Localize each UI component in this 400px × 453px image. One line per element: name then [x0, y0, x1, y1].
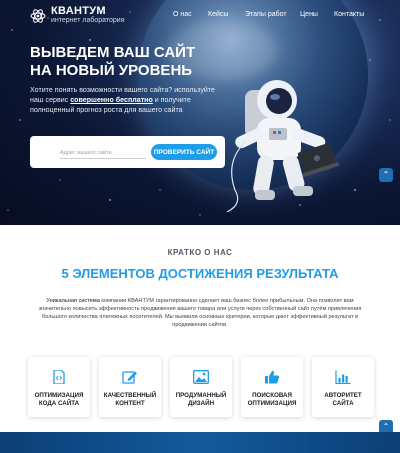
site-url-input[interactable]: [60, 147, 146, 159]
section-kicker: КРАТКО О НАС: [167, 248, 233, 257]
atom-logo-icon: [30, 8, 46, 23]
feature-card-label-line-1: КАЧЕСТВЕННЫЙ: [103, 392, 157, 399]
hero-title: ВЫВЕДЕМ ВАШ САЙТ НА НОВЫЙ УРОВЕНЬ: [30, 44, 230, 80]
nav-item-about[interactable]: О нас: [173, 11, 192, 18]
code-file-icon: [53, 370, 65, 384]
nav-item-contacts[interactable]: Контакты: [334, 11, 364, 18]
feature-card-label-line-2: САЙТА: [332, 399, 354, 407]
next-section-strip: [0, 432, 400, 453]
image-icon: [193, 370, 209, 384]
bar-chart-icon: [335, 370, 351, 384]
chevron-up-icon: ⌃: [382, 422, 390, 431]
feature-card-label-line-2: ДИЗАЙН: [187, 399, 215, 407]
hero-description: Хотите понять возможности вашего сайта? …: [30, 85, 230, 115]
scroll-up-button[interactable]: ⌃: [379, 168, 393, 182]
hero-title-line-2: НА НОВЫЙ УРОВЕНЬ: [30, 62, 193, 79]
feature-card-label-line-1: АВТОРИТЕТ: [324, 392, 362, 399]
feature-card-label-line-1: ПРОДУМАННЫЙ: [175, 392, 227, 399]
feature-card-seo[interactable]: ПОИСКОВАЯ ОПТИМИЗАЦИЯ: [241, 357, 303, 417]
nav-item-prices[interactable]: Цены: [300, 11, 318, 18]
astronaut-illustration: [226, 80, 340, 212]
feature-card-label: ПОИСКОВАЯ ОПТИМИЗАЦИЯ: [241, 392, 303, 407]
feature-card-design[interactable]: ПРОДУМАННЫЙ ДИЗАЙН: [170, 357, 232, 417]
chevron-up-icon: ⌃: [382, 170, 390, 179]
section-title: 5 ЭЛЕМЕНТОВ ДОСТИЖЕНИЯ РЕЗУЛЬТАТА: [61, 266, 339, 281]
check-site-button[interactable]: ПРОВЕРИТЬ САЙТ: [151, 144, 217, 160]
nav-item-stages[interactable]: Этапы работ: [245, 11, 287, 18]
feature-card-label: АВТОРИТЕТ САЙТА: [312, 392, 374, 407]
feature-card-label-line-2: КОНТЕНТ: [115, 399, 145, 407]
feature-card-authority[interactable]: АВТОРИТЕТ САЙТА: [312, 357, 374, 417]
hero-text-emphasis: совершенно бесплатно: [70, 96, 153, 104]
nav-item-cases[interactable]: Кейсы: [208, 11, 228, 18]
feature-card-label-line-2: КОДА САЙТА: [38, 399, 80, 407]
feature-card-label-line-1: ПОИСКОВАЯ: [252, 392, 292, 399]
feature-card-label: ПРОДУМАННЫЙ ДИЗАЙН: [170, 392, 232, 407]
feature-card-label: КАЧЕСТВЕННЫЙ КОНТЕНТ: [99, 392, 161, 407]
description-emphasis: Уникальная система: [46, 298, 100, 304]
hero-section: КВАНТУМ интернет лаборатория О нас Кейсы…: [0, 0, 400, 225]
feature-card-content[interactable]: КАЧЕСТВЕННЫЙ КОНТЕНТ: [99, 357, 161, 417]
edit-icon: [122, 371, 137, 384]
section-description: Уникальная система компании КВАНТУМ гара…: [30, 297, 370, 329]
thumbs-up-icon: [265, 370, 280, 384]
feature-card-code[interactable]: ОПТИМИЗАЦИЯ КОДА САЙТА: [28, 357, 90, 417]
site-check-form: ПРОВЕРИТЬ САЙТ: [30, 136, 225, 168]
feature-cards: ОПТИМИЗАЦИЯ КОДА САЙТА КАЧЕСТВЕННЫЙ КОНТ…: [28, 357, 374, 417]
hero-title-line-1: ВЫВЕДЕМ ВАШ САЙТ: [30, 44, 196, 61]
feature-card-label: ОПТИМИЗАЦИЯ КОДА САЙТА: [28, 392, 90, 407]
logo[interactable]: КВАНТУМ интернет лаборатория: [30, 6, 125, 25]
feature-card-label-line-2: ОПТИМИЗАЦИЯ: [247, 399, 297, 407]
feature-card-label-line-1: ОПТИМИЗАЦИЯ: [34, 392, 84, 399]
logo-subtitle: интернет лаборатория: [51, 17, 125, 24]
logo-title: КВАНТУМ: [51, 5, 106, 17]
